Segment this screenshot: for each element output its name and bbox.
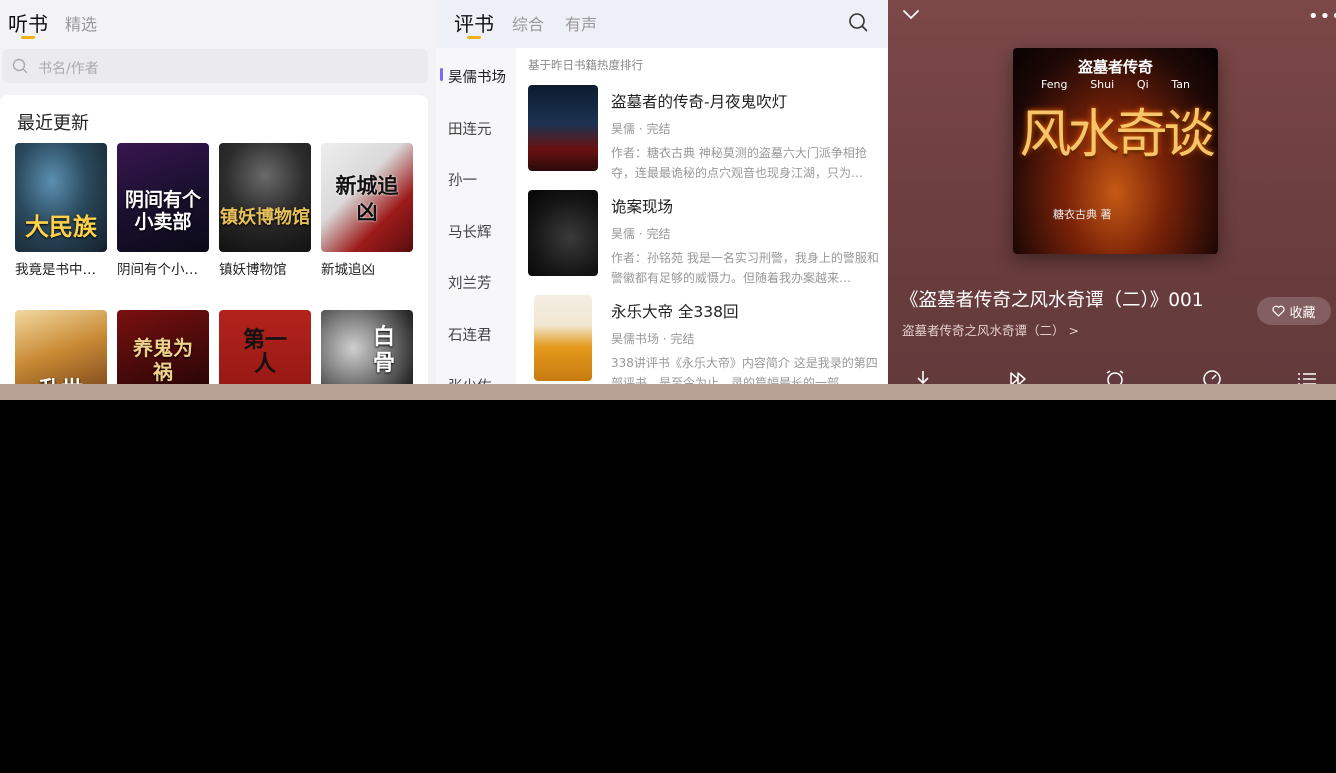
book-title: 阴间有个小… [117,262,198,278]
sidebar-active-marker [440,68,443,81]
book-cover: 乱世 [15,310,107,384]
search-icon[interactable] [848,12,868,32]
book-cover-title: 新城追凶 [335,173,399,224]
storytelling-header: 评书 综合 有声 [436,0,888,48]
item-title: 诡案现场 [611,198,674,216]
item-title: 盗墓者的传奇-月夜鬼吹灯 [611,93,788,111]
album-art: 盗墓者传奇 Feng Shui Qi Tan 风水奇谈 糖衣古典 著 [1013,48,1218,254]
track-title: 《盗墓者传奇之风水奇谭（二）》001 [900,290,1204,311]
chevron-down-icon[interactable] [902,8,920,22]
book-cover-title: 养鬼为祸 [133,336,193,384]
album-art-pinyin: Feng Shui Qi Tan [1041,78,1190,91]
list-item[interactable]: 盗墓者的传奇-月夜鬼吹灯 昊儒 · 完结 作者：糖衣古典 神秘莫测的盗墓六大门派… [528,85,884,181]
ranking-note: 基于昨日书籍热度排行 [528,58,643,72]
book-title: 镇妖博物馆 [219,262,287,278]
tab-storytelling[interactable]: 评书 [454,8,494,37]
sidebar-item-shilianjun[interactable]: 石连君 [448,324,492,345]
book-cover-title: 乱世 [15,372,107,384]
book-cover [528,190,598,276]
book-cover: 新城追凶 [321,143,413,252]
screenshot-stage: 听书 精选 书名/作者 最近更新 大民族 我竟是书中… 阴间有个小卖部 阴间有个… [0,0,1336,400]
book-title: 我竟是书中… [15,262,96,278]
sidebar-item-sunyi[interactable]: 孙一 [448,169,477,190]
search-icon [12,58,28,74]
book-cover-title: 阴间有个小卖部 [124,189,201,233]
tab-general[interactable]: 综合 [512,11,544,35]
search-input[interactable]: 书名/作者 [2,49,428,83]
list-item[interactable]: 诡案现场 昊儒 · 完结 作者：孙铭苑 我是一名实习刑警，我身上的警服和警徽都有… [528,190,884,286]
item-desc: 338讲评书《永乐大帝》内容简介 这是我录的第四部评书，是至今为止，录的篇幅最长… [611,356,878,384]
book-item[interactable]: 大民族 我竟是书中… [15,143,107,278]
album-pinyin-word: Shui [1090,78,1115,91]
album-art-title: 风水奇谈 [1019,105,1215,165]
album-art-author: 糖衣古典 著 [1053,208,1112,221]
book-item[interactable]: 新城追凶 新城追凶 [321,143,413,278]
tab-listen-underline [21,36,35,39]
book-cover: 阴间有个小卖部 [117,143,209,252]
storytelling-panel: 评书 综合 有声 昊儒书场 田连元 孙一 马长辉 刘兰芳 石连君 张少佐 基于昨… [436,0,888,384]
book-item[interactable]: 镇妖博物馆 镇妖博物馆 [219,143,311,278]
skip-intro-icon[interactable] [1007,368,1029,384]
download-icon[interactable] [912,368,934,384]
book-cover: 镇妖博物馆 [219,143,311,252]
book-cover-title: 第一人 [242,327,287,377]
speed-icon[interactable] [1201,368,1223,384]
book-item[interactable]: 第一人 [219,310,311,384]
book-cover-title: 镇妖博物馆 [220,207,310,228]
favorite-label: 收藏 [1289,305,1316,321]
book-cover-title: 大民族 [25,212,97,241]
book-item[interactable]: 白骨 [321,310,413,384]
heart-icon [1272,305,1286,317]
host-sidebar: 昊儒书场 田连元 孙一 马长辉 刘兰芳 石连君 张少佐 [436,48,516,384]
book-cover: 大民族 [15,143,107,252]
tab-featured[interactable]: 精选 [65,11,97,35]
book-item[interactable]: 阴间有个小卖部 阴间有个小… [117,143,209,278]
tab-storytelling-underline [467,36,481,39]
album-art-series: 盗墓者传奇 [1077,58,1153,76]
album-link[interactable]: 盗墓者传奇之风水奇谭（二） > [902,320,1079,339]
book-cover: 白骨 [321,310,413,384]
item-desc: 作者：糖衣古典 神秘莫测的盗墓六大门派争相抢夺，连最最诡秘的点穴观音也现身江湖，… [611,146,867,180]
book-cover-title: 白骨 [373,324,396,376]
book-cover [534,295,592,381]
list-item[interactable]: 永乐大帝 全338回 昊儒书场 · 完结 338讲评书《永乐大帝》内容简介 这是… [528,295,884,384]
item-meta: 昊儒书场 · 完结 [611,332,695,346]
book-item[interactable]: 乱世 [15,310,107,384]
book-cover [528,85,598,171]
item-meta: 昊儒 · 完结 [611,227,671,241]
listen-panel: 听书 精选 书名/作者 最近更新 大民族 我竟是书中… 阴间有个小卖部 阴间有个… [0,0,436,384]
album-pinyin-word: Feng [1041,78,1068,91]
tab-listen[interactable]: 听书 [8,8,48,37]
book-cover: 养鬼为祸 [117,310,209,384]
sidebar-item-machanghui[interactable]: 马长辉 [448,221,492,242]
sidebar-item-zhangshaozuo[interactable]: 张少佐 [448,375,492,384]
listen-tabs: 听书 精选 [0,0,436,44]
alarm-timer-icon[interactable] [1104,368,1126,384]
book-item[interactable]: 养鬼为祸 [117,310,209,384]
search-placeholder: 书名/作者 [38,61,99,77]
item-desc: 作者：孙铭苑 我是一名实习刑警，我身上的警服和警徽都有足够的威慑力。但随着我办案… [611,251,879,285]
album-pinyin-word: Tan [1171,78,1190,91]
favorite-button[interactable]: 收藏 [1257,297,1331,325]
album-pinyin-word: Qi [1136,78,1149,91]
book-cover: 第一人 [219,310,311,384]
book-title: 新城追凶 [321,262,375,278]
recent-updates-card: 最近更新 大民族 我竟是书中… 阴间有个小卖部 阴间有个小… 镇妖博物馆 镇妖博… [0,95,428,384]
player-panel: ••• 盗墓者传奇 Feng Shui Qi Tan 风水奇谈 糖衣古典 著 《… [888,0,1336,384]
sidebar-item-tianlianyuan[interactable]: 田连元 [448,118,492,139]
bottom-divider-strip [0,384,1336,400]
sidebar-item-liulanfang[interactable]: 刘兰芳 [448,272,492,293]
more-icon[interactable]: ••• [1308,6,1336,27]
section-title: 最近更新 [17,113,89,134]
playlist-icon[interactable] [1296,368,1318,384]
sidebar-item-haoru[interactable]: 昊儒书场 [448,66,506,87]
tab-audio[interactable]: 有声 [565,11,597,35]
item-meta: 昊儒 · 完结 [611,122,671,136]
item-title: 永乐大帝 全338回 [611,303,739,321]
